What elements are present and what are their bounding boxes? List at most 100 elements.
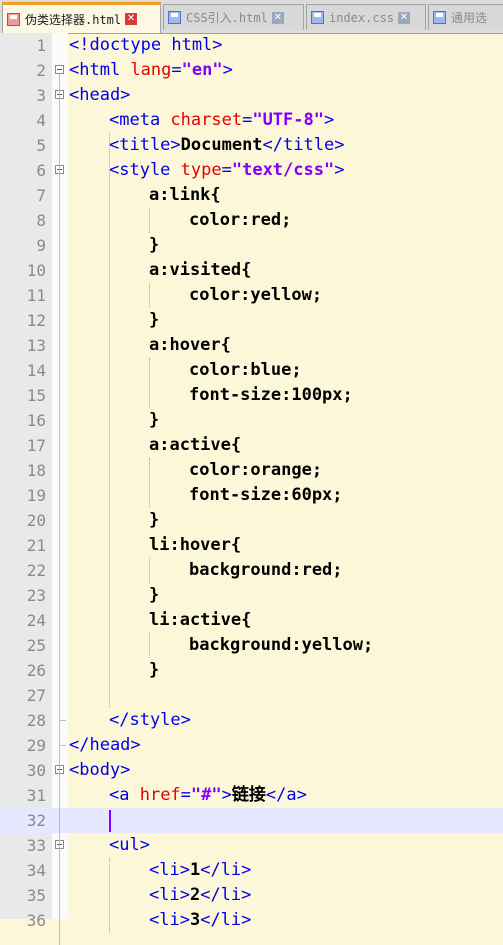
token-text: font-size:60px;	[189, 485, 343, 505]
tab-label: index.css	[329, 10, 395, 25]
code-line[interactable]: 30 <body>	[0, 758, 503, 783]
code-line[interactable]: 20}	[0, 508, 503, 533]
code-line[interactable]: 22 background:red;	[0, 558, 503, 583]
indent-guide	[149, 358, 150, 408]
token-text: }	[149, 510, 160, 530]
code-line[interactable]: 16}	[0, 408, 503, 433]
token-tag: <ul>	[109, 835, 150, 855]
code-line[interactable]: 15 font-size:100px;	[0, 383, 503, 408]
code-line[interactable]: 11 color:yellow;	[0, 283, 503, 308]
token-tag: >	[222, 60, 233, 80]
line-number: 14	[26, 361, 46, 380]
code-text: }	[149, 234, 159, 257]
code-line[interactable]: 26}	[0, 658, 503, 683]
code-line[interactable]: 6 <style type="text/css">	[0, 158, 503, 183]
line-number: 11	[26, 286, 46, 305]
code-line[interactable]: 36 <li>3</li>	[0, 908, 503, 933]
tab-universal-selector[interactable]: 通用选	[428, 4, 503, 30]
code-line[interactable]: 17 a:active{	[0, 433, 503, 458]
line-number: 24	[26, 611, 46, 630]
code-text: li:active{	[149, 609, 251, 632]
code-line[interactable]: 10 a:visited{	[0, 258, 503, 283]
code-line[interactable]: 23}	[0, 583, 503, 608]
unsaved-file-icon	[7, 12, 20, 26]
code-text: <meta charset="UTF-8">	[109, 109, 334, 132]
line-number: 20	[26, 511, 46, 530]
token-text: li:active{	[149, 610, 252, 630]
text-caret	[109, 810, 111, 832]
tab-index-css[interactable]: index.css ✕	[306, 4, 426, 30]
tab-css-import[interactable]: CSS引入.html ✕	[163, 4, 304, 30]
close-icon[interactable]: ✕	[125, 13, 138, 25]
indent-guide	[149, 208, 150, 233]
tab-pseudo-class-selector[interactable]: 伪类选择器.html ✕	[2, 2, 161, 33]
code-line[interactable]: 3 <head>	[0, 83, 503, 108]
line-number: 17	[26, 436, 46, 455]
code-line[interactable]: 18 color:orange;	[0, 458, 503, 483]
line-number: 1	[36, 36, 46, 55]
line-number: 9	[36, 236, 46, 255]
token-attr: lang	[130, 60, 172, 80]
code-line[interactable]: 31 <a href="#">链接</a>	[0, 783, 503, 808]
code-line[interactable]: 28 </style>	[0, 708, 503, 733]
code-text: }	[149, 584, 159, 607]
token-tag: =	[242, 110, 253, 130]
code-text: <style type="text/css">	[109, 159, 344, 182]
line-number: 3	[36, 86, 46, 105]
token-tag: >	[323, 110, 335, 130]
tab-label: 伪类选择器.html	[25, 12, 122, 27]
code-text: color:red;	[189, 209, 291, 232]
token-text: }	[149, 235, 160, 255]
code-line[interactable]: 19 font-size:60px;	[0, 483, 503, 508]
code-text: color:blue;	[189, 359, 302, 382]
token-text: a:hover{	[149, 335, 231, 355]
code-line[interactable]: 7 a:link{	[0, 183, 503, 208]
code-line[interactable]: 5 <title>Document</title>	[0, 133, 503, 158]
code-line[interactable]: 4 <meta charset="UTF-8">	[0, 108, 503, 133]
code-line[interactable]: 25 background:yellow;	[0, 633, 503, 658]
code-line[interactable]: 12}	[0, 308, 503, 333]
token-text: Document	[180, 135, 263, 155]
line-number: 30	[26, 761, 46, 780]
saved-file-icon	[168, 11, 181, 24]
line-number: 22	[26, 561, 46, 580]
fold-toggle-icon[interactable]	[55, 65, 64, 74]
token-text: }	[149, 310, 160, 330]
code-line[interactable]: 35 <li>2</li>	[0, 883, 503, 908]
token-text: color:yellow;	[189, 285, 323, 305]
token-text: }	[149, 410, 160, 430]
code-line[interactable]: 21 li:hover{	[0, 533, 503, 558]
token-tag: <title>	[109, 135, 181, 155]
line-number: 23	[26, 586, 46, 605]
code-line[interactable]: 29 </head>	[0, 733, 503, 758]
tab-label: 通用选	[451, 11, 488, 25]
code-text: <body>	[69, 759, 130, 782]
token-tag: <meta	[109, 110, 171, 130]
code-line[interactable]: 32	[0, 808, 503, 833]
code-line[interactable]: 13 a:hover{	[0, 333, 503, 358]
line-number: 16	[26, 411, 46, 430]
indent-guide	[149, 458, 150, 508]
token-tag: <li>	[149, 860, 190, 880]
code-line[interactable]: 1 <!doctype html>	[0, 33, 503, 58]
line-number: 4	[36, 111, 46, 130]
code-line[interactable]: 9}	[0, 233, 503, 258]
code-line[interactable]: 2 <html lang="en">	[0, 58, 503, 83]
code-line[interactable]: 8 color:red;	[0, 208, 503, 233]
code-line[interactable]: 24 li:active{	[0, 608, 503, 633]
code-text: background:yellow;	[189, 634, 373, 657]
token-text: color:blue;	[189, 360, 302, 380]
code-text: }	[149, 309, 159, 332]
token-val: "text/css"	[231, 160, 335, 180]
close-icon[interactable]: ✕	[271, 11, 284, 24]
code-line[interactable]: 34 <li>1</li>	[0, 858, 503, 883]
code-line[interactable]: 14 color:blue;	[0, 358, 503, 383]
token-tag: =	[171, 60, 182, 80]
token-text: background:red;	[189, 560, 343, 580]
code-line[interactable]: 33 <ul>	[0, 833, 503, 858]
code-line[interactable]: 27	[0, 683, 503, 708]
line-number: 25	[26, 636, 46, 655]
token-text: a:active{	[149, 435, 242, 455]
fold-end-marker	[59, 745, 66, 746]
close-icon[interactable]: ✕	[398, 11, 411, 24]
